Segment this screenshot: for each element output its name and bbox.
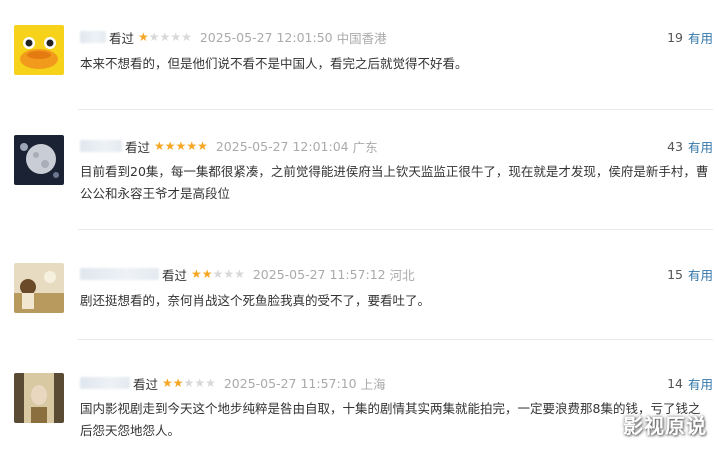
star-icon: ★	[183, 376, 195, 390]
star-icon: ★	[205, 376, 216, 390]
watched-label: 看过	[133, 376, 159, 392]
star-icon: ★	[159, 30, 171, 44]
avatar[interactable]	[14, 25, 64, 75]
yellow-duck-avatar-icon	[14, 25, 64, 75]
star-icon: ★	[186, 139, 198, 153]
watched-label: 看过	[125, 139, 151, 155]
comment-item: 看过 ★ ★ ★ ★ ★ 2025-05-27 12:01:50 中国香港 19 有用 …	[0, 0, 719, 100]
star-icon: ★	[175, 139, 187, 153]
comment-time: 2025-05-27 12:01:50	[199, 29, 333, 45]
star-icon: ★	[138, 30, 149, 44]
comment-location: 中国香港	[336, 30, 387, 46]
star-icon: ★	[148, 30, 160, 44]
comment-meta: 看过 ★ ★ ★ ★ ★ 2025-05-27 12:01:50 中国香港	[80, 28, 387, 46]
avatar[interactable]	[14, 263, 64, 313]
rating-stars: ★ ★ ★ ★ ★	[162, 377, 216, 389]
useful-button[interactable]: 有用	[688, 265, 713, 284]
comment-meta: 看过 ★ ★ ★ ★ ★ 2025-05-27 11:57:12 河北	[80, 265, 415, 283]
watermark: 影视原说	[623, 414, 707, 438]
comment-time: 2025-05-27 11:57:10	[223, 375, 357, 391]
vote-area: 14 有用	[667, 374, 713, 392]
vote-count: 43	[667, 138, 683, 154]
comment-location: 广东	[352, 139, 378, 155]
username[interactable]	[80, 377, 130, 389]
star-icon: ★	[164, 139, 176, 153]
comment-content: 国内影视剧走到今天这个地步纯粹是咎由自取，十集的剧情其实两集就能拍完，一定要浪费…	[80, 401, 701, 438]
vote-count: 15	[667, 266, 683, 282]
field-girl-avatar-icon	[14, 263, 64, 313]
rating-stars: ★ ★ ★ ★ ★	[191, 268, 245, 280]
star-icon: ★	[181, 30, 192, 44]
watched-label: 看过	[162, 267, 188, 283]
comment-time: 2025-05-27 12:01:04	[215, 138, 349, 154]
star-icon: ★	[194, 376, 206, 390]
star-icon: ★	[191, 267, 202, 281]
star-icon: ★	[201, 267, 213, 281]
comment-item: 看过 ★ ★ ★ ★ ★ 2025-05-27 11:57:12 河北 15 有用 剧还…	[0, 230, 719, 340]
vote-count: 14	[667, 375, 683, 391]
star-icon: ★	[223, 267, 235, 281]
elf-avatar-icon	[14, 373, 64, 423]
star-icon: ★	[154, 139, 165, 153]
star-icon: ★	[234, 267, 245, 281]
avatar[interactable]	[14, 373, 64, 423]
avatar[interactable]	[14, 135, 64, 185]
comment-item: 看过 ★ ★ ★ ★ ★ 2025-05-27 12:01:04 广东 43 有用 目前…	[0, 110, 719, 228]
vote-area: 43 有用	[667, 137, 713, 155]
star-icon: ★	[162, 376, 173, 390]
comment-time: 2025-05-27 11:57:12	[252, 266, 386, 282]
username[interactable]	[80, 268, 159, 280]
rating-stars: ★ ★ ★ ★ ★	[154, 140, 208, 152]
star-icon: ★	[197, 139, 208, 153]
username[interactable]	[80, 31, 106, 43]
comment-meta: 看过 ★ ★ ★ ★ ★ 2025-05-27 11:57:10 上海	[80, 374, 386, 392]
star-icon: ★	[172, 376, 184, 390]
vote-count: 19	[667, 29, 683, 45]
star-icon: ★	[212, 267, 224, 281]
comment-content: 剧还挺想看的，奈何肖战这个死鱼脸我真的受不了，要看吐了。	[80, 293, 431, 308]
useful-button[interactable]: 有用	[688, 137, 713, 156]
star-icon: ★	[170, 30, 182, 44]
vote-area: 19 有用	[667, 28, 713, 46]
comment-item: 看过 ★ ★ ★ ★ ★ 2025-05-27 11:57:10 上海 14 有用 国内…	[0, 340, 719, 449]
username[interactable]	[80, 140, 122, 152]
comment-content: 目前看到20集，每一集都很紧凑，之前觉得能进侯府当上钦天监监正很牛了，现在就是才…	[80, 164, 709, 201]
watched-label: 看过	[109, 30, 135, 46]
useful-button[interactable]: 有用	[688, 28, 713, 47]
rating-stars: ★ ★ ★ ★ ★	[138, 31, 192, 43]
comment-content: 本来不想看的，但是他们说不看不是中国人，看完之后就觉得不好看。	[80, 56, 468, 71]
comment-meta: 看过 ★ ★ ★ ★ ★ 2025-05-27 12:01:04 广东	[80, 137, 378, 155]
comment-location: 河北	[389, 267, 415, 283]
useful-button[interactable]: 有用	[688, 374, 713, 393]
comment-location: 上海	[360, 376, 386, 392]
moon-avatar-icon	[14, 135, 64, 185]
vote-area: 15 有用	[667, 265, 713, 283]
